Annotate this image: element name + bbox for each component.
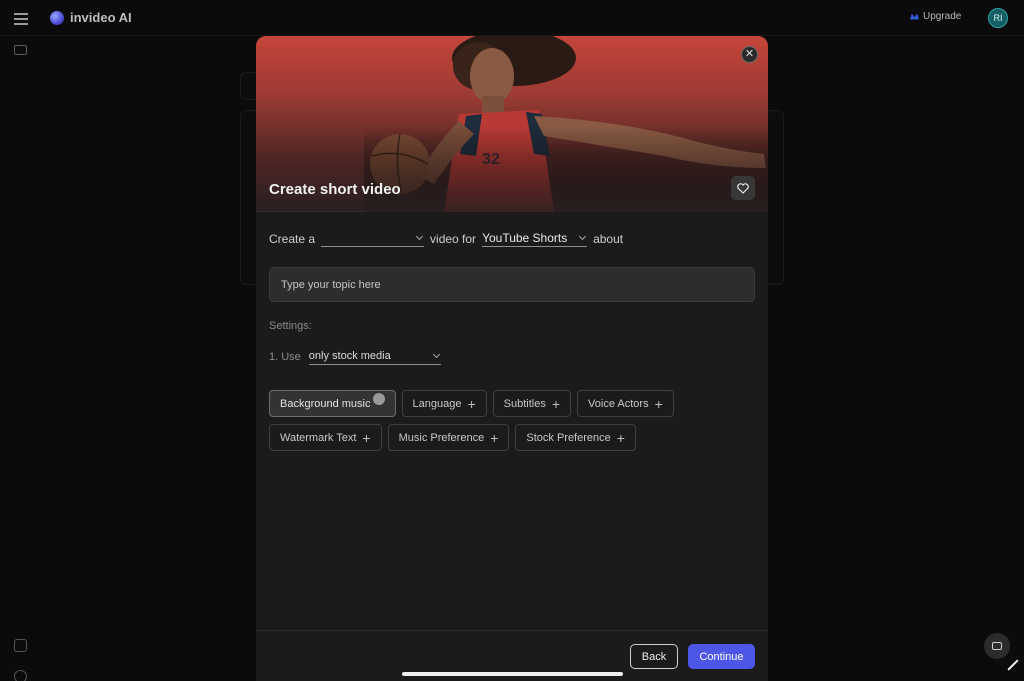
prompt-prefix: Create a — [269, 231, 316, 246]
chat-button[interactable] — [984, 633, 1010, 659]
avatar[interactable]: RI — [988, 8, 1008, 28]
hero-banner: 32 Create short video ✕ — [256, 36, 768, 212]
chevron-down-icon — [415, 232, 424, 241]
pointer-cursor-icon — [372, 392, 385, 405]
chip-row: Watermark Text + Music Preference + Stoc… — [269, 424, 755, 451]
chip-music-preference[interactable]: Music Preference + — [387, 424, 510, 451]
brand[interactable]: invideo AI — [50, 10, 132, 25]
video-type-select[interactable] — [321, 230, 425, 247]
chip-label: Voice Actors — [588, 397, 649, 410]
platform-select[interactable]: YouTube Shorts — [482, 230, 588, 247]
chip-label: Stock Preference — [526, 431, 611, 444]
plus-icon: + — [362, 429, 371, 446]
media-source-select[interactable]: only stock media — [308, 348, 441, 365]
plus-icon: + — [654, 395, 663, 412]
brand-logo-icon — [50, 10, 64, 25]
chip-subtitles[interactable]: Subtitles + — [492, 390, 572, 417]
chip-label: Subtitles — [503, 397, 546, 410]
monitor-icon[interactable] — [14, 45, 27, 55]
chip-label: Language — [412, 397, 462, 410]
video-prompt-row: Create a video for YouTube Shorts about — [269, 230, 623, 247]
platform-value: YouTube Shorts — [482, 231, 568, 245]
upgrade-button[interactable]: Upgrade — [910, 11, 961, 22]
app-window: invideo AI Upgrade RI Create short video… — [0, 0, 1024, 681]
prompt-suffix: about — [593, 231, 624, 246]
hamburger-icon[interactable] — [14, 13, 28, 25]
continue-button[interactable]: Continue — [688, 644, 755, 669]
back-button[interactable]: Back — [630, 644, 678, 669]
media-source-value: only stock media — [308, 350, 391, 362]
puzzle-icon[interactable] — [14, 639, 27, 652]
settings-chips: Background music Language + Subtitles + … — [269, 390, 755, 458]
chip-background-music[interactable]: Background music — [269, 390, 396, 417]
plus-icon: + — [551, 395, 561, 412]
modal-title: Create short video — [269, 181, 401, 198]
favorite-button[interactable] — [731, 176, 755, 200]
chip-label: Background music — [280, 397, 371, 410]
brand-name: invideo AI — [70, 10, 132, 25]
crown-icon — [910, 13, 919, 20]
chevron-down-icon — [432, 350, 440, 359]
chip-voice-actors[interactable]: Voice Actors + — [577, 390, 674, 417]
chip-label: Watermark Text — [280, 431, 357, 444]
chevron-down-icon — [579, 232, 587, 241]
chip-stock-preference[interactable]: Stock Preference + — [515, 424, 636, 451]
chip-label: Music Preference — [398, 431, 485, 444]
plus-icon: + — [616, 429, 625, 446]
settings-label: Settings: — [269, 320, 312, 332]
chat-icon — [992, 642, 1002, 650]
clock-icon[interactable] — [14, 670, 27, 681]
topic-input[interactable] — [269, 267, 755, 302]
create-video-modal: 32 Create short video ✕ Create a — [256, 36, 768, 681]
heart-icon — [737, 182, 749, 194]
plus-icon: + — [467, 395, 476, 412]
close-icon: ✕ — [744, 48, 755, 60]
home-indicator[interactable] — [402, 672, 623, 676]
use-setting-row: 1. Use only stock media — [269, 348, 447, 365]
basketball-player-illustration: 32 — [364, 36, 768, 212]
use-setting-label: 1. Use — [269, 350, 301, 363]
background-card — [766, 110, 784, 285]
close-button[interactable]: ✕ — [741, 46, 758, 63]
resize-handle-icon — [1007, 659, 1019, 671]
top-bar: invideo AI Upgrade RI — [0, 0, 1024, 36]
plus-icon: + — [490, 429, 499, 446]
upgrade-label: Upgrade — [923, 11, 962, 22]
chip-watermark-text[interactable]: Watermark Text + — [269, 424, 382, 451]
prompt-middle: video for — [430, 231, 477, 246]
chip-language[interactable]: Language + — [401, 390, 487, 417]
chip-row: Background music Language + Subtitles + … — [269, 390, 755, 417]
